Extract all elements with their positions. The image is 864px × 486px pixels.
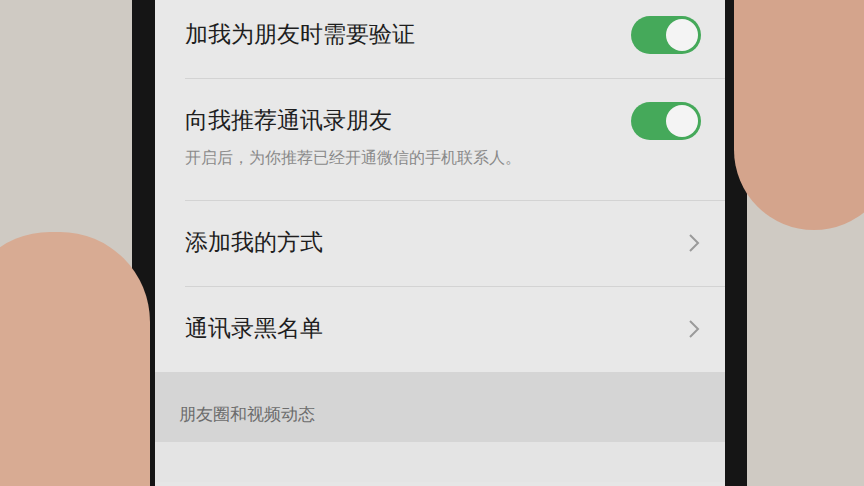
settings-list: 加我为朋友时需要验证向我推荐通讯录朋友开启后，为你推荐已经开通微信的手机联系人。… [155,0,725,372]
setting-label: 添加我的方式 [185,228,323,258]
toggle-switch[interactable] [631,102,701,140]
setting-main: 加我为朋友时需要验证 [185,0,701,78]
setting-main: 添加我的方式 [185,200,701,286]
setting-label: 加我为朋友时需要验证 [185,20,415,50]
setting-label: 通讯录黑名单 [185,314,323,344]
setting-row[interactable]: 加我为朋友时需要验证 [155,0,725,78]
setting-hint: 开启后，为你推荐已经开通微信的手机联系人。 [185,146,701,200]
toggle-knob [666,19,698,51]
setting-row[interactable]: 通讯录黑名单 [155,286,725,372]
setting-row[interactable]: 添加我的方式 [155,200,725,286]
setting-row[interactable]: 向我推荐通讯录朋友开启后，为你推荐已经开通微信的手机联系人。 [155,78,725,200]
chevron-icon [687,318,701,340]
setting-label: 向我推荐通讯录朋友 [185,106,392,136]
setting-main: 通讯录黑名单 [185,286,701,372]
toggle-switch[interactable] [631,16,701,54]
section-title: 朋友圈和视频动态 [179,404,315,424]
next-row [155,442,725,482]
right-finger [734,0,864,230]
toggle-knob [666,105,698,137]
left-thumb [0,232,150,486]
phone: 加我为朋友时需要验证向我推荐通讯录朋友开启后，为你推荐已经开通微信的手机联系人。… [132,0,747,486]
screen: 加我为朋友时需要验证向我推荐通讯录朋友开启后，为你推荐已经开通微信的手机联系人。… [155,0,725,486]
chevron-icon [687,232,701,254]
section-header: 朋友圈和视频动态 [155,372,725,442]
